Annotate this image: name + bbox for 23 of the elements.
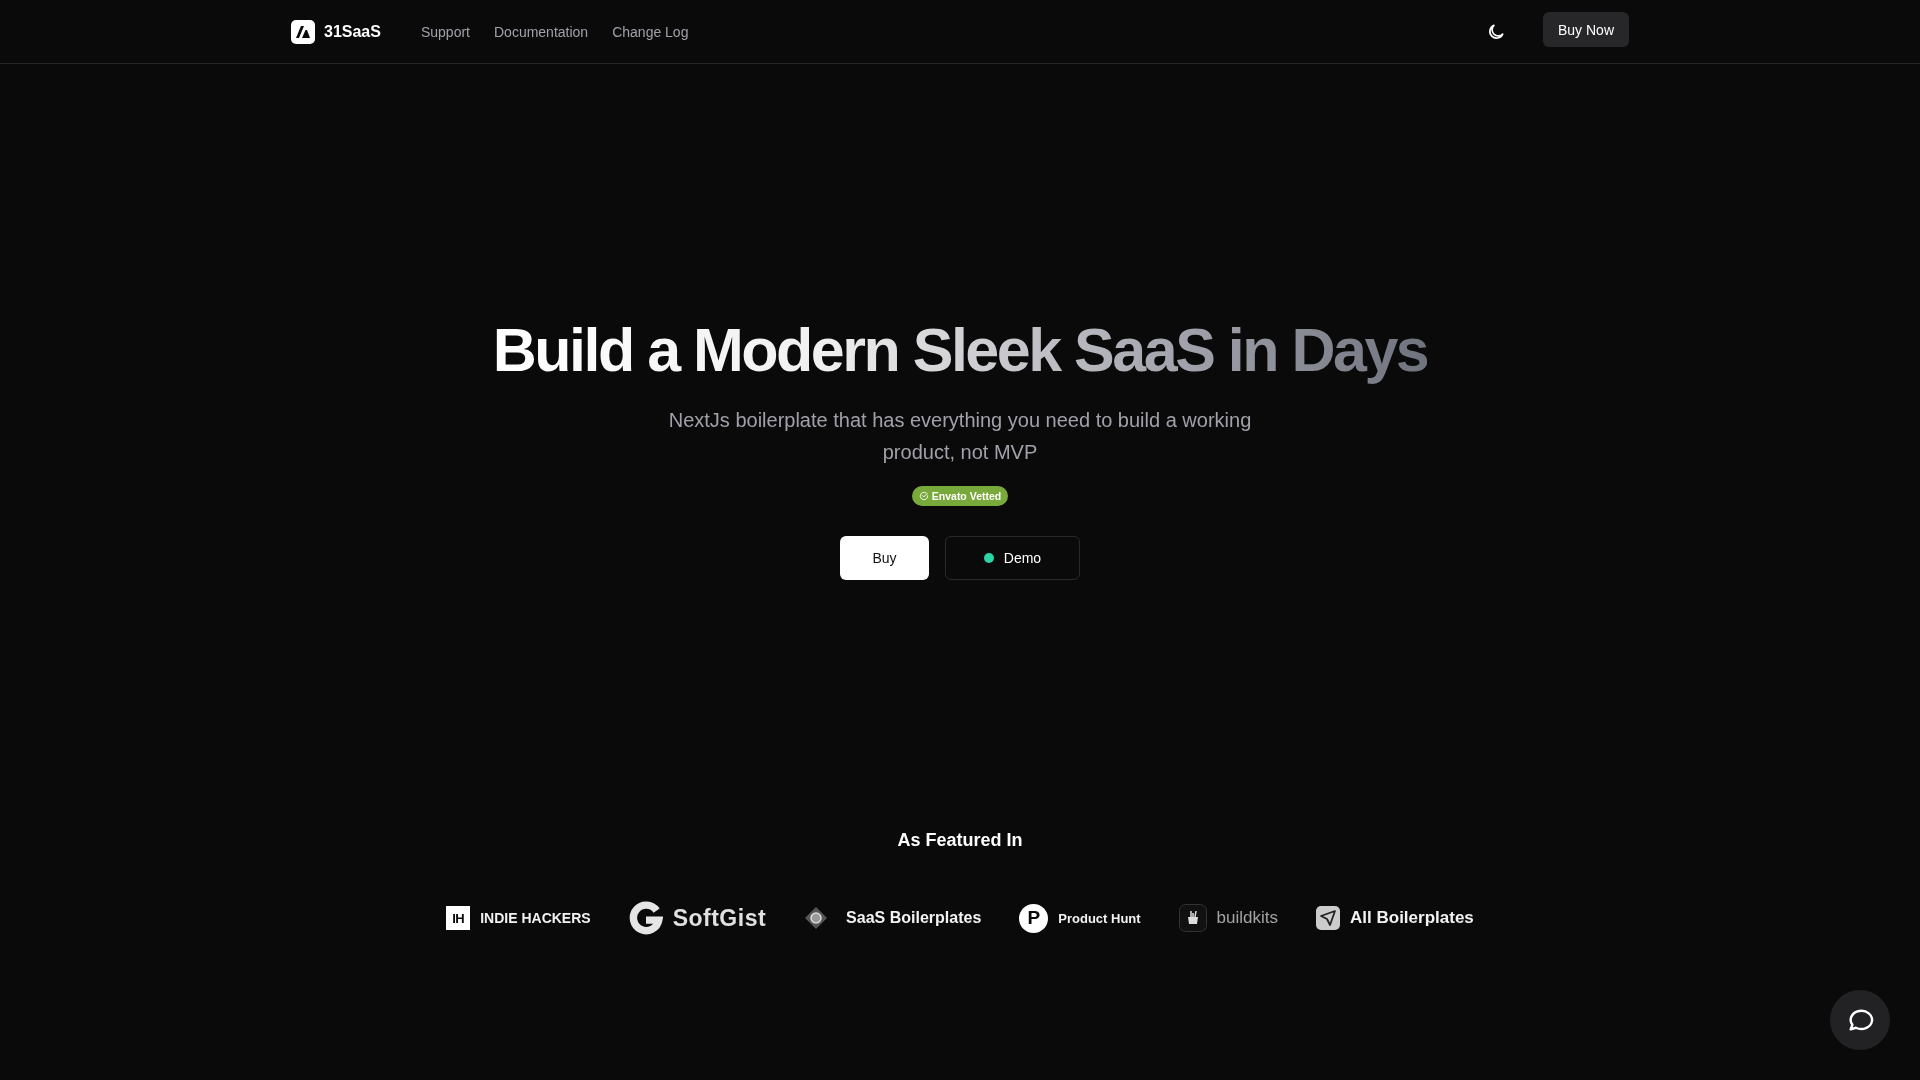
hero-subtitle: NextJs boilerplate that has everything you need to build a working product, not MVP (667, 408, 1253, 465)
brand-name[interactable]: 31SaaS (324, 22, 381, 41)
basket-icon (1178, 904, 1207, 932)
demo-button[interactable]: Demo (945, 536, 1080, 580)
featured-logo-name: All Boilerplates (1350, 908, 1474, 928)
paper-plane-icon (1316, 906, 1341, 930)
g-logo-icon (628, 901, 663, 935)
badge-label: Envato Vetted (931, 490, 1002, 502)
nav-link[interactable]: Change Log (612, 23, 689, 40)
featured-logo-name: INDIE HACKERS (480, 910, 591, 926)
diamond-icon (804, 906, 829, 930)
featured-logo-name: SaaS Boilerplates (846, 909, 982, 927)
nav-link[interactable]: Documentation (494, 23, 589, 40)
indie-hackers-logo-icon: IH (446, 906, 471, 930)
buy-now-button[interactable]: Buy Now (1542, 12, 1629, 47)
nav-link[interactable]: Support (420, 23, 470, 40)
buy-button[interactable]: Buy (840, 536, 929, 580)
logo-icon[interactable] (291, 19, 315, 44)
featured-heading: As Featured In (897, 830, 1023, 851)
featured-logo-name: buildkits (1216, 908, 1279, 928)
featured-logo-name: SoftGist (672, 904, 767, 932)
product-hunt-logo-icon: P (1019, 903, 1049, 933)
featured-logo-name: Product Hunt (1058, 910, 1141, 926)
